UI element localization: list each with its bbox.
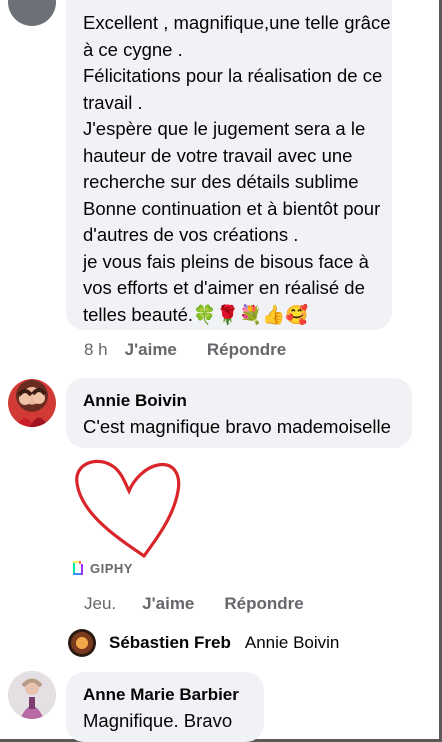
comment-bubble: Anne Marie Barbier Magnifique. Bravo — [66, 672, 264, 742]
comment-bubble: Annie Boivin C'est magnifique bravo made… — [66, 378, 412, 448]
reply-button[interactable]: Répondre — [224, 594, 303, 614]
like-button[interactable]: J'aime — [142, 594, 194, 614]
comment-author[interactable]: Annie Boivin — [83, 390, 187, 412]
comment-text: Excellent , magnifique,une telle grâce à… — [83, 12, 391, 325]
comment-actions: Jeu. J'aime Répondre — [84, 594, 304, 614]
heart-icon — [75, 459, 181, 558]
avatar[interactable] — [8, 0, 56, 26]
giphy-logo-icon — [73, 561, 83, 575]
comment-timestamp[interactable]: 8 h — [84, 340, 108, 360]
avatar-annie-boivin[interactable] — [8, 379, 56, 427]
giphy-attribution[interactable]: GIPHY — [72, 558, 133, 578]
gif-attachment[interactable] — [66, 455, 186, 565]
profile-photo-icon — [8, 671, 56, 719]
giphy-label: GIPHY — [90, 560, 133, 576]
reply-preview[interactable]: Sébastien Freb Annie Boivin — [68, 628, 339, 658]
like-button[interactable]: J'aime — [125, 340, 177, 360]
reply-text: Annie Boivin — [244, 633, 340, 652]
profile-photo-icon — [16, 388, 48, 427]
reply-button[interactable]: Répondre — [207, 340, 286, 360]
comment-timestamp[interactable]: Jeu. — [84, 594, 116, 614]
comment-actions: 8 h J'aime Répondre — [84, 340, 286, 360]
avatar-sebastien-freb — [68, 629, 96, 657]
comment-author[interactable]: Anne Marie Barbier — [83, 684, 239, 706]
avatar-anne-marie-barbier[interactable] — [8, 671, 56, 719]
comment-text: Magnifique. Bravo — [83, 710, 233, 731]
reply-author: Sébastien Freb — [109, 633, 231, 652]
comment-text: C'est magnifique bravo mademoiselle — [83, 416, 391, 437]
comment-bubble: Excellent , magnifique,une telle grâce à… — [66, 0, 392, 330]
